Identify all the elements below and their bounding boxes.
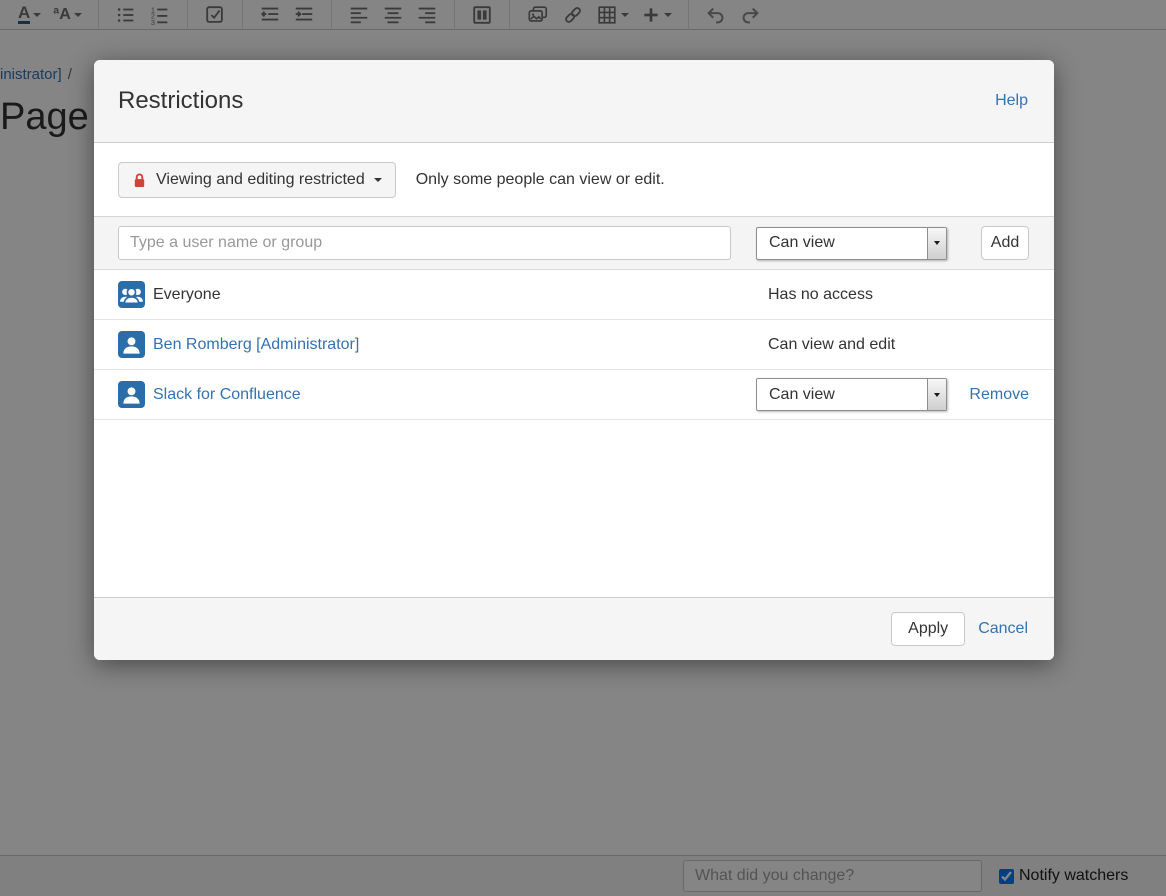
entry-permission-value: Can view (757, 379, 927, 410)
entry-access: Can view Remove (756, 378, 1029, 411)
select-dropdown-button[interactable] (927, 228, 946, 259)
permission-select[interactable]: Can view (756, 227, 947, 260)
restriction-entry-user: Ben Romberg [Administrator] Can view and… (94, 320, 1054, 370)
chevron-down-icon (934, 241, 940, 245)
entry-access: Can view and edit (756, 336, 1029, 354)
entry-permission-select[interactable]: Can view (756, 378, 947, 411)
dialog-title: Restrictions (118, 87, 243, 115)
permission-select-value: Can view (757, 228, 927, 259)
dialog-header: Restrictions Help (94, 60, 1054, 143)
add-restriction-row: Can view Add (94, 216, 1054, 270)
chevron-down-icon (934, 393, 940, 397)
entry-name: Everyone (153, 286, 221, 304)
restriction-description: Only some people can view or edit. (416, 171, 665, 189)
dialog-footer: Apply Cancel (94, 597, 1054, 660)
entry-access: Has no access (756, 286, 1029, 304)
restriction-selector-row: Viewing and editing restricted Only some… (94, 143, 1054, 216)
user-avatar-icon (118, 381, 145, 408)
lock-icon (132, 172, 147, 188)
restriction-entry-everyone: Everyone Has no access (94, 270, 1054, 320)
access-level-text: Has no access (756, 286, 873, 304)
entry-name-link[interactable]: Ben Romberg [Administrator] (153, 336, 359, 354)
user-search-input[interactable] (118, 226, 731, 260)
add-button[interactable]: Add (981, 226, 1029, 260)
help-link[interactable]: Help (995, 92, 1028, 110)
cancel-link[interactable]: Cancel (978, 620, 1028, 638)
access-level-text: Can view and edit (756, 336, 895, 354)
restriction-type-label: Viewing and editing restricted (156, 171, 365, 189)
restriction-entry-app: Slack for Confluence Can view Remove (94, 370, 1054, 420)
chevron-down-icon (374, 178, 382, 182)
apply-button[interactable]: Apply (891, 612, 965, 646)
dialog-empty-area (94, 420, 1054, 597)
select-dropdown-button[interactable] (927, 379, 946, 410)
restriction-type-dropdown[interactable]: Viewing and editing restricted (118, 162, 396, 198)
remove-link[interactable]: Remove (969, 386, 1029, 404)
entry-name-link[interactable]: Slack for Confluence (153, 386, 301, 404)
restrictions-dialog: Restrictions Help Viewing and editing re… (94, 60, 1054, 660)
group-avatar-icon (118, 281, 145, 308)
user-avatar-icon (118, 331, 145, 358)
